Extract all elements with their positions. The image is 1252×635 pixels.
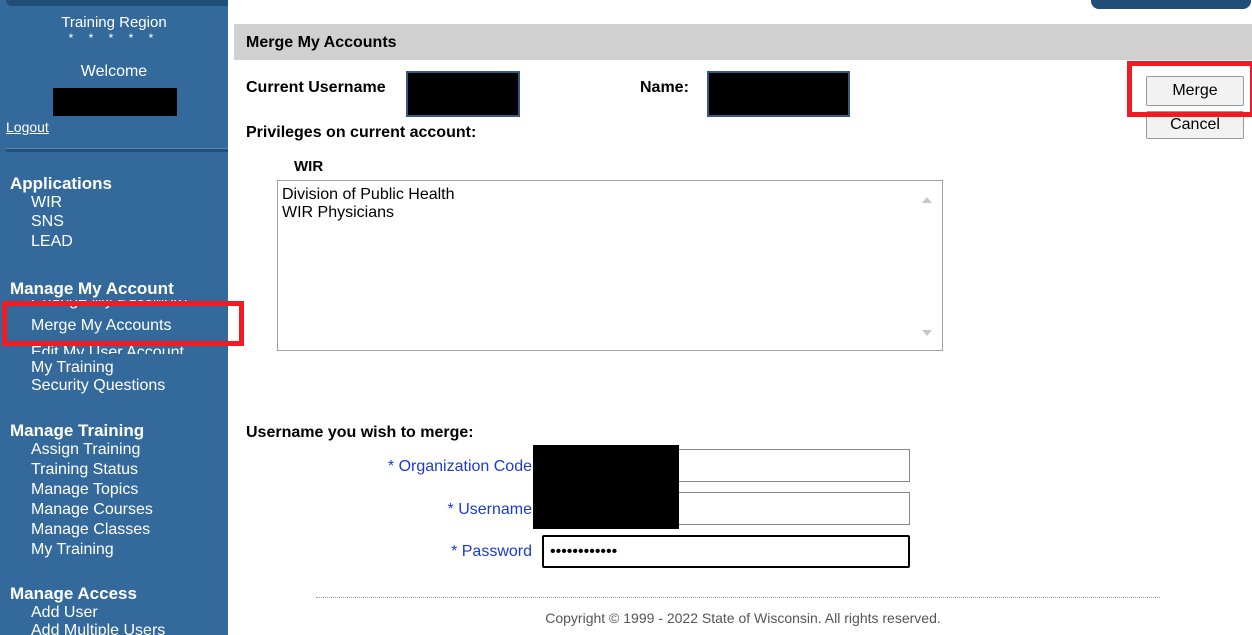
username-label: * Username (447, 501, 532, 518)
sidebar-item-manage-classes[interactable]: Manage Classes (31, 521, 150, 539)
sidebar-item-manage-topics[interactable]: Manage Topics (31, 481, 138, 499)
sidebar-item-manage-courses[interactable]: Manage Courses (31, 501, 153, 519)
sidebar-item-lead[interactable]: LEAD (31, 233, 73, 251)
section-manage-training: Manage Training (10, 421, 145, 440)
list-item[interactable]: Division of Public Health (282, 186, 455, 204)
current-username-label: Current Username (246, 79, 386, 96)
sidebar-item-label: Change My Password (31, 300, 188, 309)
page-title: Merge My Accounts (246, 34, 397, 51)
org-code-label: * Organization Code (387, 458, 532, 475)
password-label: * Password (451, 543, 532, 560)
sidebar-item-add-user[interactable]: Add User (31, 604, 98, 622)
merge-button[interactable]: Merge (1146, 76, 1244, 106)
wir-label: WIR (294, 158, 324, 175)
redacted-current-username (406, 71, 520, 117)
password-input[interactable] (542, 535, 910, 568)
copyright-text: Copyright © 1999 - 2022 State of Wiscons… (545, 610, 941, 626)
sidebar-item-wir[interactable]: WIR (31, 194, 62, 212)
page-header: Merge My Accounts (234, 24, 1252, 60)
redacted-name (707, 71, 850, 117)
sidebar-divider (6, 148, 228, 152)
sidebar-item-assign-training[interactable]: Assign Training (31, 441, 140, 459)
region-stars: * * * * * (68, 31, 160, 45)
redacted-user-name (53, 88, 177, 116)
scroll-down-icon[interactable] (922, 330, 932, 336)
sidebar-top-rule (6, 0, 228, 6)
list-item[interactable]: WIR Physicians (282, 204, 394, 222)
sidebar-item-training-status[interactable]: Training Status (31, 461, 138, 479)
scroll-up-icon[interactable] (922, 197, 932, 203)
sidebar-item-my-training-2[interactable]: My Training (31, 541, 114, 559)
redacted-org-code (533, 445, 679, 485)
sidebar-item-my-training[interactable]: My Training (31, 359, 114, 377)
sidebar-item-edit-user-account[interactable]: Edit My User Account (31, 344, 184, 354)
section-manage-access: Manage Access (10, 584, 137, 603)
privileges-label: Privileges on current account: (246, 124, 477, 141)
sidebar-item-change-password[interactable]: Change My Password (31, 300, 188, 310)
sidebar-item-security-questions[interactable]: Security Questions (31, 377, 165, 395)
section-applications: Applications (10, 174, 113, 193)
top-right-tab[interactable] (1091, 0, 1251, 9)
wir-privileges-list[interactable]: Division of Public Health WIR Physicians (277, 180, 943, 351)
sidebar: Training Region * * * * * Welcome Logout… (0, 0, 228, 635)
footer-divider (316, 597, 1160, 598)
sidebar-item-sns[interactable]: SNS (31, 213, 64, 231)
name-label: Name: (640, 79, 689, 96)
cancel-button[interactable]: Cancel (1146, 111, 1244, 139)
logout-link[interactable]: Logout (6, 119, 49, 135)
region-title: Training Region (61, 14, 167, 31)
sidebar-item-merge-accounts[interactable]: Merge My Accounts (31, 317, 172, 335)
welcome-label: Welcome (80, 63, 148, 80)
section-manage-my-account: Manage My Account (10, 279, 174, 298)
merge-section-label: Username you wish to merge: (246, 424, 474, 441)
sidebar-item-add-multiple-users[interactable]: Add Multiple Users (31, 622, 165, 635)
redacted-username (533, 485, 679, 529)
